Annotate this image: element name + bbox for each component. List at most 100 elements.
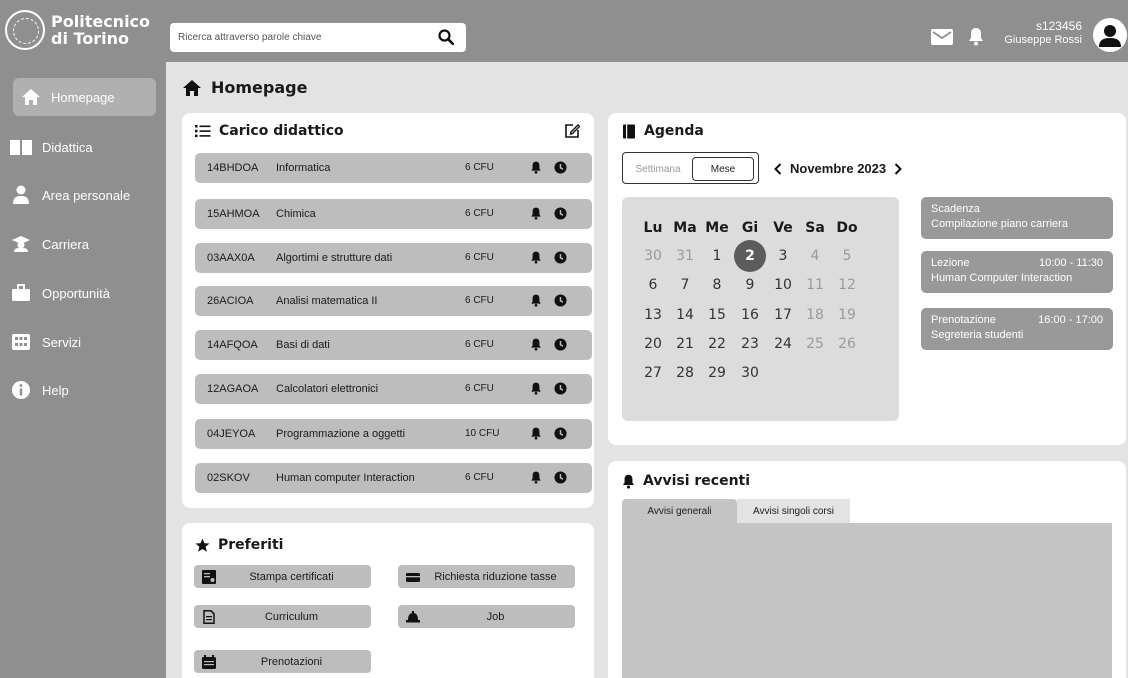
agenda-event[interactable]: Prenotazione 16:00 - 17:00 Segreteria stud… — [921, 308, 1113, 350]
course-clock-icon[interactable] — [554, 471, 567, 484]
tab-avvisi-singoli-corsi[interactable]: Avvisi singoli corsi — [737, 499, 850, 523]
sidebar-item-carriera[interactable]: Carriera — [0, 225, 166, 263]
sidebar-item-opportunita[interactable]: Opportunità — [0, 274, 166, 312]
bell-icon — [622, 474, 635, 489]
course-bell-icon[interactable] — [530, 338, 542, 351]
course-row[interactable]: 12AGAOA Calcolatori elettronici 6 CFU — [195, 374, 592, 404]
view-month-button[interactable]: Mese — [692, 157, 754, 181]
calendar-day[interactable]: 15 — [702, 302, 732, 328]
sidebar-item-label: Carriera — [42, 236, 89, 252]
calendar-day[interactable]: 25 — [800, 331, 830, 357]
course-code: 15AHMOA — [207, 208, 260, 220]
calendar-day[interactable]: 1 — [702, 243, 732, 269]
calendar-day[interactable]: 11 — [800, 272, 830, 298]
sidebar-item-homepage[interactable]: Homepage — [13, 78, 156, 116]
view-toggle: Settimana Mese — [622, 152, 759, 184]
event-description: Human Computer Interaction — [931, 272, 1073, 284]
course-row[interactable]: 15AHMOA Chimica 6 CFU — [195, 199, 592, 229]
course-clock-icon[interactable] — [554, 338, 567, 351]
calendar-day[interactable]: 21 — [670, 331, 700, 357]
calendar-day[interactable]: 3 — [768, 243, 798, 269]
calendar-day[interactable]: 26 — [832, 331, 862, 357]
course-clock-icon[interactable] — [554, 251, 567, 264]
calendar-day[interactable]: 23 — [735, 331, 765, 357]
calendar-day[interactable]: 30 — [735, 360, 765, 386]
calendar-day[interactable]: 8 — [702, 272, 732, 298]
graduation-icon — [8, 233, 34, 255]
calendar-day[interactable]: 28 — [670, 360, 700, 386]
course-bell-icon[interactable] — [530, 427, 542, 440]
search-bar — [170, 23, 466, 52]
course-clock-icon[interactable] — [554, 427, 567, 440]
avvisi-content-panel — [622, 523, 1112, 678]
calendar-day[interactable]: 16 — [735, 302, 765, 328]
course-bell-icon[interactable] — [530, 161, 542, 174]
calendar-day[interactable]: 29 — [702, 360, 732, 386]
course-bell-icon[interactable] — [530, 207, 542, 220]
course-row[interactable]: 14BHDOA Informatica 6 CFU — [195, 153, 592, 183]
document-icon — [203, 610, 215, 624]
course-bell-icon[interactable] — [530, 471, 542, 484]
course-row[interactable]: 02SKOV Human computer Interaction 6 CFU — [195, 463, 592, 493]
richiesta-riduzione-tasse-button[interactable]: Richiesta riduzione tasse — [398, 565, 575, 588]
calendar-day[interactable]: 5 — [832, 243, 862, 269]
calendar-day[interactable]: 18 — [800, 302, 830, 328]
course-row[interactable]: 04JEYOA Programmazione a oggetti 10 CFU — [195, 419, 592, 449]
search-input[interactable] — [170, 32, 420, 43]
calendar-day[interactable]: 6 — [638, 272, 668, 298]
stampa-certificati-button[interactable]: Stampa certificati — [194, 565, 371, 588]
calendar-day[interactable]: 30 — [638, 243, 668, 269]
course-row[interactable]: 03AAX0A Algortimi e strutture dati 6 CFU — [195, 243, 592, 273]
calendar-day[interactable]: 12 — [832, 272, 862, 298]
edit-icon[interactable] — [564, 123, 580, 139]
notifications-bell-icon[interactable] — [968, 27, 984, 46]
course-bell-icon[interactable] — [530, 251, 542, 264]
calendar-day[interactable]: 13 — [638, 302, 668, 328]
sidebar-item-label: Didattica — [42, 139, 93, 155]
curriculum-button[interactable]: Curriculum — [194, 605, 371, 628]
calendar-day[interactable]: 14 — [670, 302, 700, 328]
sidebar-item-help[interactable]: Help — [0, 371, 166, 409]
chevron-right-icon[interactable] — [894, 162, 903, 175]
calendar-day[interactable]: 20 — [638, 331, 668, 357]
chevron-left-icon[interactable] — [774, 162, 782, 175]
calendar-day[interactable]: 7 — [670, 272, 700, 298]
course-bell-icon[interactable] — [530, 382, 542, 395]
calendar-day[interactable]: 17 — [768, 302, 798, 328]
course-cfu: 6 CFU — [465, 339, 494, 350]
calendar-day-today[interactable]: 2 — [734, 240, 766, 272]
job-button[interactable]: Job — [398, 605, 575, 628]
calendar-day[interactable]: 19 — [832, 302, 862, 328]
avatar[interactable] — [1093, 18, 1127, 52]
calendar-day[interactable]: 10 — [768, 272, 798, 298]
sidebar-item-label: Servizi — [42, 334, 82, 350]
calendar-day[interactable]: 27 — [638, 360, 668, 386]
tab-avvisi-generali[interactable]: Avvisi generali — [622, 499, 737, 523]
calendar-day[interactable]: 24 — [768, 331, 798, 357]
mail-icon[interactable] — [931, 29, 953, 45]
grid-icon — [8, 331, 34, 353]
sidebar-item-servizi[interactable]: Servizi — [0, 323, 166, 361]
course-clock-icon[interactable] — [554, 382, 567, 395]
calendar-day[interactable]: 31 — [670, 243, 700, 269]
search-icon[interactable] — [438, 29, 454, 45]
calendar-day[interactable]: 22 — [702, 331, 732, 357]
fav-label: Job — [486, 610, 505, 623]
logo[interactable]: Politecnico di Torino — [5, 10, 150, 50]
course-row[interactable]: 26ACIOA Analisi matematica II 6 CFU — [195, 286, 592, 316]
course-clock-icon[interactable] — [554, 207, 567, 220]
agenda-event[interactable]: Lezione 10:00 - 11:30 Human Computer Inter… — [921, 251, 1113, 293]
sidebar-item-area-personale[interactable]: Area personale — [0, 176, 166, 214]
agenda-event[interactable]: Scadenza Compilazione piano carriera — [921, 197, 1113, 239]
sidebar-item-didattica[interactable]: Didattica — [0, 128, 166, 166]
user-info[interactable]: s123456 Giuseppe Rossi — [1004, 19, 1082, 47]
view-week-button[interactable]: Settimana — [627, 158, 689, 180]
course-clock-icon[interactable] — [554, 294, 567, 307]
prenotazioni-button[interactable]: Prenotazioni — [194, 650, 371, 673]
calendar-day[interactable]: 4 — [800, 243, 830, 269]
course-clock-icon[interactable] — [554, 161, 567, 174]
course-code: 14BHDOA — [207, 162, 259, 174]
course-bell-icon[interactable] — [530, 294, 542, 307]
calendar-day[interactable]: 9 — [735, 272, 765, 298]
course-row[interactable]: 14AFQOA Basi di dati 6 CFU — [195, 330, 592, 360]
